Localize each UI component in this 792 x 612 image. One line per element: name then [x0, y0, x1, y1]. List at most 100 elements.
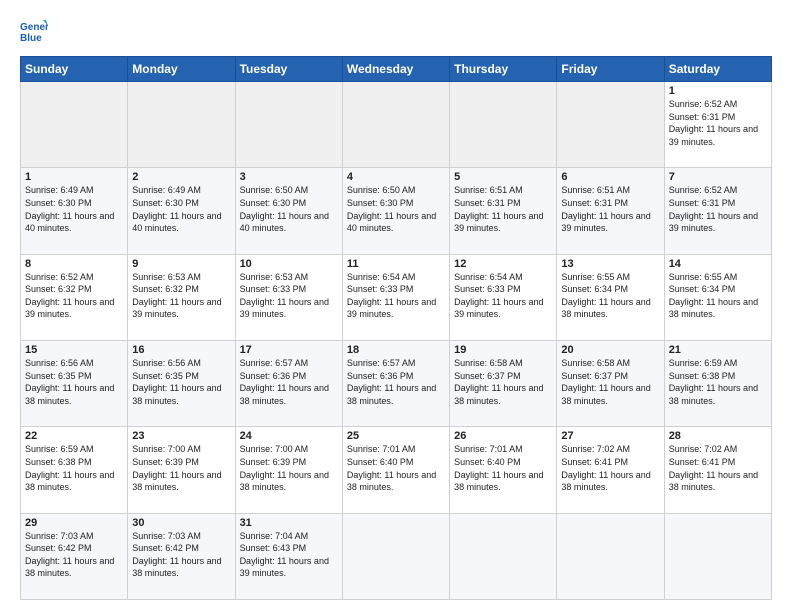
day-info: Sunrise: 6:49 AMSunset: 6:30 PMDaylight:… [132, 185, 221, 233]
day-info: Sunrise: 7:03 AMSunset: 6:42 PMDaylight:… [132, 531, 221, 579]
calendar-cell: 14 Sunrise: 6:55 AMSunset: 6:34 PMDaylig… [664, 254, 771, 340]
day-info: Sunrise: 6:57 AMSunset: 6:36 PMDaylight:… [347, 358, 436, 406]
week-row-3: 15 Sunrise: 6:56 AMSunset: 6:35 PMDaylig… [21, 340, 772, 426]
day-info: Sunrise: 6:55 AMSunset: 6:34 PMDaylight:… [561, 272, 650, 320]
day-number: 28 [669, 430, 767, 442]
day-info: Sunrise: 7:01 AMSunset: 6:40 PMDaylight:… [454, 444, 543, 492]
day-info: Sunrise: 6:54 AMSunset: 6:33 PMDaylight:… [454, 272, 543, 320]
calendar-cell: 9 Sunrise: 6:53 AMSunset: 6:32 PMDayligh… [128, 254, 235, 340]
calendar-cell: 26 Sunrise: 7:01 AMSunset: 6:40 PMDaylig… [450, 427, 557, 513]
calendar-cell: 8 Sunrise: 6:52 AMSunset: 6:32 PMDayligh… [21, 254, 128, 340]
day-number: 25 [347, 430, 445, 442]
day-info: Sunrise: 6:58 AMSunset: 6:37 PMDaylight:… [454, 358, 543, 406]
calendar-cell: 7 Sunrise: 6:52 AMSunset: 6:31 PMDayligh… [664, 168, 771, 254]
calendar-cell: 6 Sunrise: 6:51 AMSunset: 6:31 PMDayligh… [557, 168, 664, 254]
day-info: Sunrise: 6:54 AMSunset: 6:33 PMDaylight:… [347, 272, 436, 320]
day-info: Sunrise: 6:57 AMSunset: 6:36 PMDaylight:… [240, 358, 329, 406]
day-info: Sunrise: 6:52 AMSunset: 6:31 PMDaylight:… [669, 185, 758, 233]
day-info: Sunrise: 7:01 AMSunset: 6:40 PMDaylight:… [347, 444, 436, 492]
day-number: 21 [669, 344, 767, 356]
calendar-cell: 5 Sunrise: 6:51 AMSunset: 6:31 PMDayligh… [450, 168, 557, 254]
week-row-5: 29 Sunrise: 7:03 AMSunset: 6:42 PMDaylig… [21, 513, 772, 599]
week-row-4: 22 Sunrise: 6:59 AMSunset: 6:38 PMDaylig… [21, 427, 772, 513]
day-number: 4 [347, 171, 445, 183]
col-header-sunday: Sunday [21, 57, 128, 82]
day-number: 30 [132, 517, 230, 529]
day-number: 8 [25, 258, 123, 270]
day-number: 23 [132, 430, 230, 442]
calendar-cell: 23 Sunrise: 7:00 AMSunset: 6:39 PMDaylig… [128, 427, 235, 513]
day-number: 13 [561, 258, 659, 270]
day-number: 16 [132, 344, 230, 356]
calendar-cell: 18 Sunrise: 6:57 AMSunset: 6:36 PMDaylig… [342, 340, 449, 426]
calendar-cell: 24 Sunrise: 7:00 AMSunset: 6:39 PMDaylig… [235, 427, 342, 513]
day-info: Sunrise: 6:56 AMSunset: 6:35 PMDaylight:… [132, 358, 221, 406]
calendar-cell [21, 82, 128, 168]
day-number: 9 [132, 258, 230, 270]
day-info: Sunrise: 6:59 AMSunset: 6:38 PMDaylight:… [25, 444, 114, 492]
day-info: Sunrise: 6:59 AMSunset: 6:38 PMDaylight:… [669, 358, 758, 406]
calendar-cell [557, 82, 664, 168]
calendar-cell: 31 Sunrise: 7:04 AMSunset: 6:43 PMDaylig… [235, 513, 342, 599]
day-number: 1 [25, 171, 123, 183]
day-number: 27 [561, 430, 659, 442]
day-number: 31 [240, 517, 338, 529]
calendar-cell [450, 82, 557, 168]
week-row-2: 8 Sunrise: 6:52 AMSunset: 6:32 PMDayligh… [21, 254, 772, 340]
svg-text:Blue: Blue [20, 33, 42, 44]
week-row-1: 1 Sunrise: 6:49 AMSunset: 6:30 PMDayligh… [21, 168, 772, 254]
calendar-cell: 16 Sunrise: 6:56 AMSunset: 6:35 PMDaylig… [128, 340, 235, 426]
calendar-cell: 10 Sunrise: 6:53 AMSunset: 6:33 PMDaylig… [235, 254, 342, 340]
day-number: 3 [240, 171, 338, 183]
day-info: Sunrise: 6:52 AMSunset: 6:31 PMDaylight:… [669, 99, 758, 147]
day-number: 11 [347, 258, 445, 270]
logo-icon: General Blue [20, 18, 48, 46]
day-info: Sunrise: 7:03 AMSunset: 6:42 PMDaylight:… [25, 531, 114, 579]
calendar-cell: 28 Sunrise: 7:02 AMSunset: 6:41 PMDaylig… [664, 427, 771, 513]
day-number: 12 [454, 258, 552, 270]
calendar-header-row: SundayMondayTuesdayWednesdayThursdayFrid… [21, 57, 772, 82]
day-number: 26 [454, 430, 552, 442]
calendar-cell: 27 Sunrise: 7:02 AMSunset: 6:41 PMDaylig… [557, 427, 664, 513]
calendar-cell [128, 82, 235, 168]
calendar-cell: 29 Sunrise: 7:03 AMSunset: 6:42 PMDaylig… [21, 513, 128, 599]
day-info: Sunrise: 6:53 AMSunset: 6:32 PMDaylight:… [132, 272, 221, 320]
calendar-cell: 11 Sunrise: 6:54 AMSunset: 6:33 PMDaylig… [342, 254, 449, 340]
calendar-cell: 22 Sunrise: 6:59 AMSunset: 6:38 PMDaylig… [21, 427, 128, 513]
svg-text:General: General [20, 22, 48, 33]
col-header-monday: Monday [128, 57, 235, 82]
logo: General Blue [20, 18, 52, 46]
day-info: Sunrise: 6:51 AMSunset: 6:31 PMDaylight:… [454, 185, 543, 233]
day-number: 15 [25, 344, 123, 356]
calendar-cell: 1 Sunrise: 6:52 AMSunset: 6:31 PMDayligh… [664, 82, 771, 168]
header: General Blue [20, 18, 772, 46]
col-header-wednesday: Wednesday [342, 57, 449, 82]
calendar-cell [342, 513, 449, 599]
day-number: 2 [132, 171, 230, 183]
day-info: Sunrise: 7:02 AMSunset: 6:41 PMDaylight:… [561, 444, 650, 492]
day-number: 20 [561, 344, 659, 356]
calendar-cell: 12 Sunrise: 6:54 AMSunset: 6:33 PMDaylig… [450, 254, 557, 340]
calendar-cell: 13 Sunrise: 6:55 AMSunset: 6:34 PMDaylig… [557, 254, 664, 340]
week-row-0: 1 Sunrise: 6:52 AMSunset: 6:31 PMDayligh… [21, 82, 772, 168]
day-number: 17 [240, 344, 338, 356]
calendar-cell: 17 Sunrise: 6:57 AMSunset: 6:36 PMDaylig… [235, 340, 342, 426]
day-number: 24 [240, 430, 338, 442]
calendar-cell: 21 Sunrise: 6:59 AMSunset: 6:38 PMDaylig… [664, 340, 771, 426]
col-header-saturday: Saturday [664, 57, 771, 82]
day-info: Sunrise: 6:53 AMSunset: 6:33 PMDaylight:… [240, 272, 329, 320]
day-number: 6 [561, 171, 659, 183]
day-info: Sunrise: 6:56 AMSunset: 6:35 PMDaylight:… [25, 358, 114, 406]
day-info: Sunrise: 6:49 AMSunset: 6:30 PMDaylight:… [25, 185, 114, 233]
day-info: Sunrise: 6:58 AMSunset: 6:37 PMDaylight:… [561, 358, 650, 406]
day-number: 19 [454, 344, 552, 356]
calendar-cell [664, 513, 771, 599]
day-info: Sunrise: 6:50 AMSunset: 6:30 PMDaylight:… [240, 185, 329, 233]
day-info: Sunrise: 7:04 AMSunset: 6:43 PMDaylight:… [240, 531, 329, 579]
day-number: 22 [25, 430, 123, 442]
day-number: 10 [240, 258, 338, 270]
calendar-cell [342, 82, 449, 168]
calendar-table: SundayMondayTuesdayWednesdayThursdayFrid… [20, 56, 772, 600]
col-header-tuesday: Tuesday [235, 57, 342, 82]
calendar-cell [450, 513, 557, 599]
